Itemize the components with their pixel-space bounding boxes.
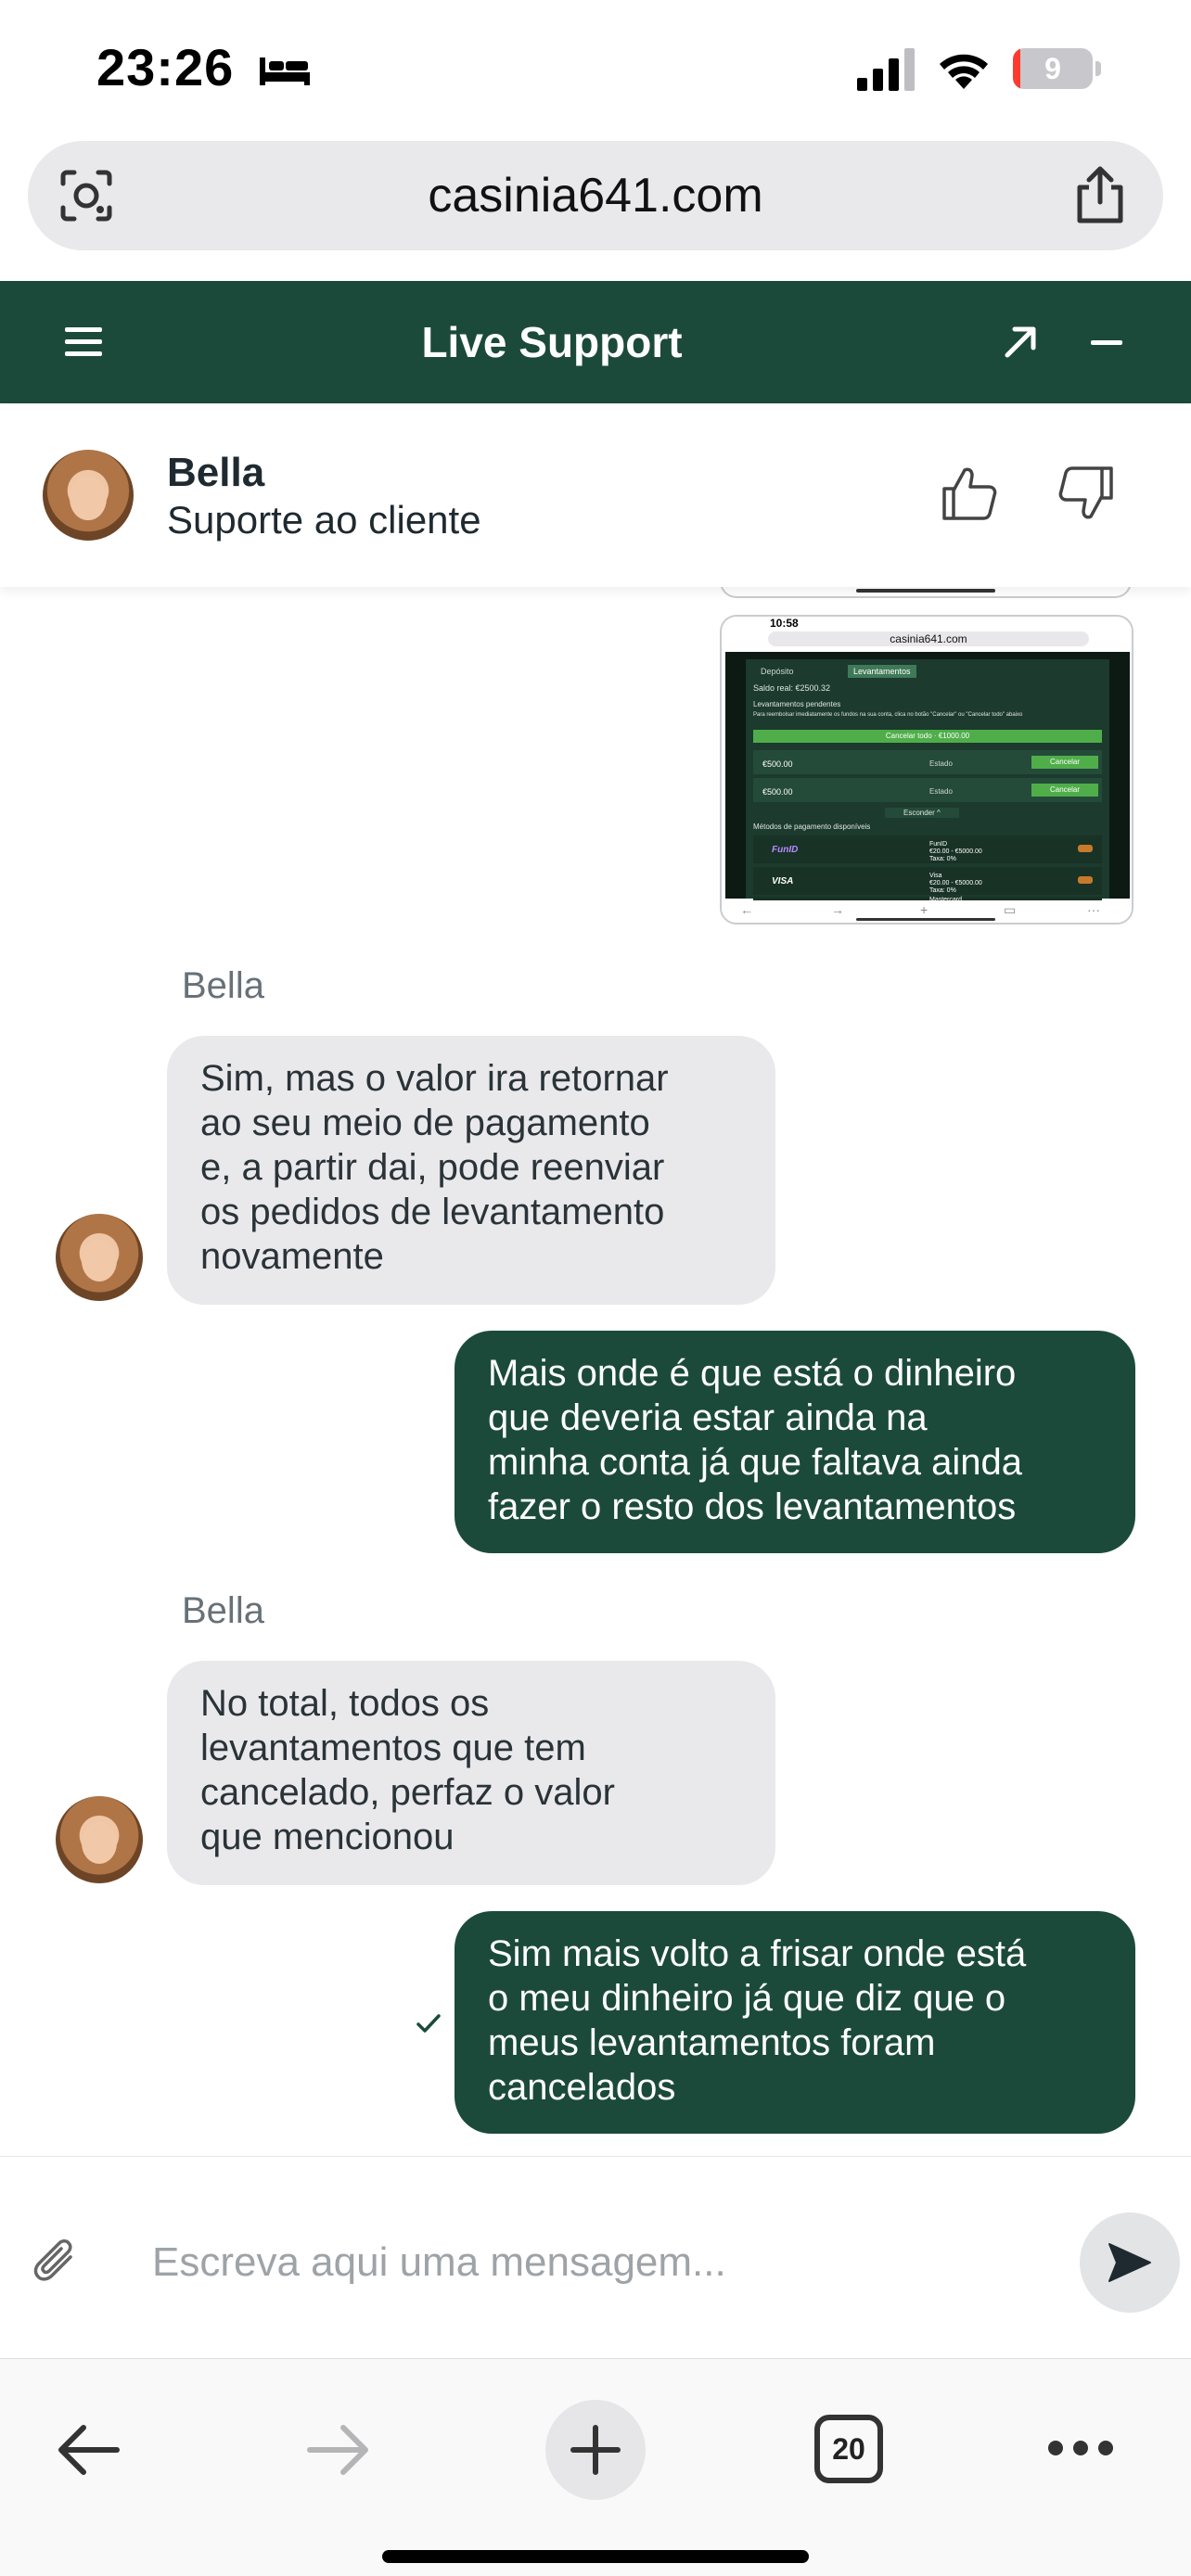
composer [0,2156,1191,2358]
previous-attachment[interactable] [720,587,1132,598]
new-tab-button[interactable] [545,2400,646,2500]
outgoing-message: Sim mais volto a frisar onde está o meu … [455,1911,1135,2134]
sender-label: Bella [182,1590,264,1631]
signal-icon [857,48,915,91]
check-icon [416,2014,441,2033]
thumb-down-icon[interactable] [1057,465,1115,522]
wifi-icon [940,54,988,89]
agent-avatar [56,1214,143,1301]
chat-title: Live Support [421,318,683,366]
outgoing-message: Mais onde é que está o dinheiro que deve… [455,1331,1135,1553]
thumb-row: €500.00 Estado Cancelar [753,778,1102,802]
agent-avatar [56,1796,143,1883]
chat-header: Live Support [0,281,1191,403]
status-bar: 23:26 9 [0,0,1191,139]
send-icon [1108,2243,1151,2282]
thumb-cancel-all: Cancelar todo · €1000.00 [753,730,1102,743]
plus-icon [570,2425,621,2475]
home-indicator [382,2550,809,2563]
thumb-method: FunID FunID €20.00 - €5000.00 Taxa: 0% [753,835,1102,863]
thumb-collapse: Esconder ^ [885,808,959,818]
address-bar[interactable]: casinia641.com [28,141,1163,250]
thumb-up-icon[interactable] [941,465,998,522]
status-time: 23:26 [96,38,235,96]
url-text[interactable]: casinia641.com [28,141,1163,250]
thumb-tab-deposit: Depósito [761,667,794,676]
message-input[interactable] [152,2227,1061,2298]
minimize-icon[interactable] [1091,340,1122,345]
incoming-message: No total, todos os levantamentos que tem… [167,1661,775,1885]
back-icon[interactable] [56,2424,121,2476]
thumb-row: €500.00 Estado Cancelar [753,750,1102,774]
incoming-message: Sim, mas o valor ira retornar ao seu mei… [167,1036,775,1305]
thumb-pending-title: Levantamentos pendentes [753,700,841,708]
thumb-method: VISA Visa €20.00 - €5000.00 Taxa: 0% [753,867,1102,895]
browser-toolbar: 20 [0,2358,1191,2576]
paperclip-icon[interactable] [33,2237,80,2287]
forward-icon[interactable] [306,2424,371,2476]
message-list[interactable]: 10:58 casinia641.com Depósito Levantamen… [0,587,1191,2156]
expand-icon[interactable] [1002,324,1039,361]
image-attachment[interactable]: 10:58 casinia641.com Depósito Levantamen… [720,615,1133,925]
battery-indicator: 9 [1013,48,1102,89]
share-icon[interactable] [1072,165,1128,224]
send-button[interactable] [1080,2213,1180,2313]
agent-info-bar: Bella Suporte ao cliente [0,403,1191,587]
tabs-count-button[interactable]: 20 [814,2415,883,2483]
sender-label: Bella [182,965,264,1006]
thumb-time: 10:58 [770,617,799,630]
thumb-balance: Saldo real: €2500.32 [753,683,831,693]
bed-icon [260,57,310,85]
more-icon[interactable] [1046,2439,1115,2457]
agent-avatar [43,450,134,541]
battery-level: 9 [1044,52,1061,85]
thumb-tab-withdraw: Levantamentos [848,665,916,678]
thumb-url: casinia641.com [768,631,1089,646]
agent-role: Suporte ao cliente [167,498,481,542]
agent-name: Bella [167,450,265,495]
thumb-notice: Para reembolsar imediatamente os fundos … [753,712,1023,718]
thumb-app: Depósito Levantamentos Saldo real: €2500… [725,652,1130,906]
thumb-methods-title: Métodos de pagamento disponíveis [753,823,871,831]
